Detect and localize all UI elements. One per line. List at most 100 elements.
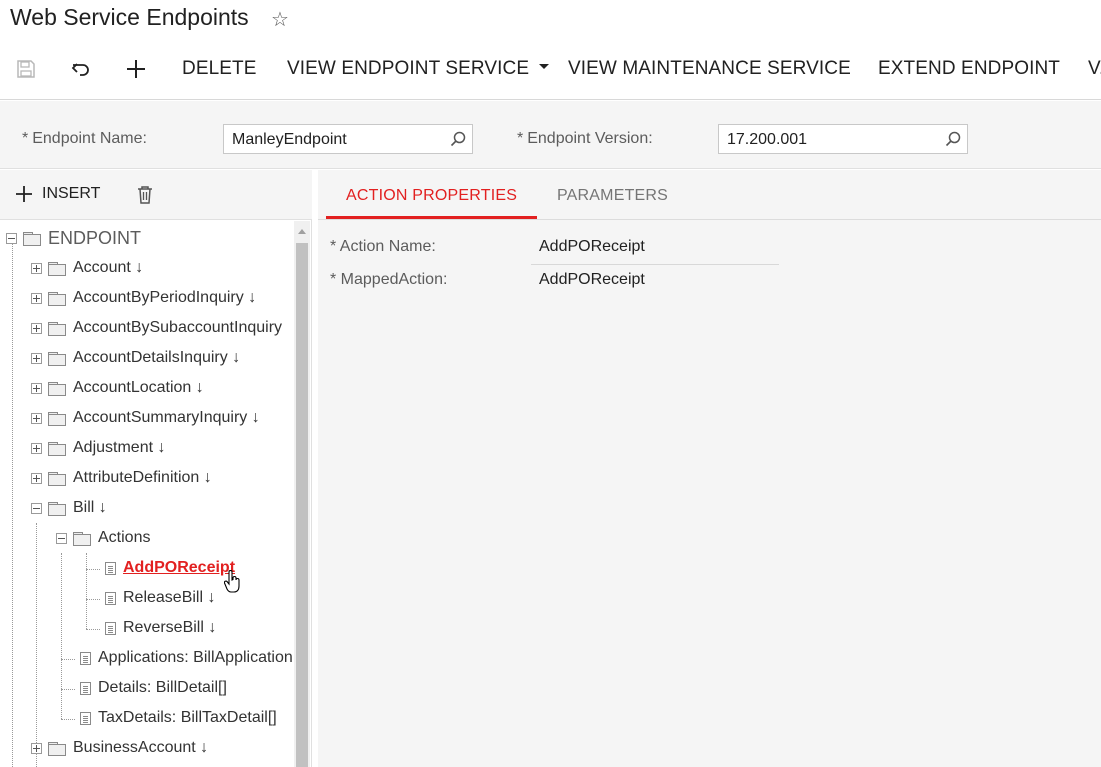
tree-connector [12, 243, 13, 767]
tab-action-properties[interactable]: ACTION PROPERTIES [346, 187, 517, 205]
expand-icon[interactable] [31, 412, 42, 424]
folder-icon [48, 261, 66, 276]
tree-item[interactable]: ReleaseBill ↓ [105, 584, 215, 612]
tree-item[interactable]: Account ↓ [31, 254, 143, 282]
folder-icon [48, 501, 66, 516]
tree-connector [61, 719, 75, 720]
tree-connector [86, 599, 100, 600]
tree-item[interactable]: AccountDetailsInquiry ↓ [31, 344, 240, 372]
tab-bar: ACTION PROPERTIES PARAMETERS [318, 170, 1101, 220]
tree-connector [36, 523, 37, 767]
tree-connector [61, 553, 62, 719]
tree-item[interactable]: AccountByPeriodInquiry ↓ [31, 284, 256, 312]
star-icon[interactable]: ☆ [271, 7, 289, 32]
endpoint-version-value: 17.200.001 [727, 131, 808, 148]
tree-connector [86, 629, 100, 630]
view-maintenance-service-button[interactable]: VIEW MAINTENANCE SERVICE [568, 58, 851, 80]
folder-icon [23, 231, 41, 246]
overflow-button[interactable]: V... [1088, 58, 1101, 80]
expand-icon[interactable] [31, 262, 42, 274]
tree-toolbar: INSERT [0, 170, 312, 220]
insert-button[interactable]: INSERT [14, 184, 100, 204]
endpoint-version-label: * Endpoint Version: [517, 130, 653, 147]
tree-item[interactable]: ReverseBill ↓ [105, 614, 216, 642]
tree-connector [61, 659, 75, 660]
extend-endpoint-button[interactable]: EXTEND ENDPOINT [878, 58, 1060, 80]
tree-root[interactable]: ENDPOINT [6, 224, 141, 252]
expand-icon[interactable] [31, 382, 42, 394]
hand-cursor-icon [223, 570, 242, 599]
expand-icon[interactable] [31, 322, 42, 334]
tree-item[interactable]: Details: BillDetail[] [80, 674, 227, 702]
view-endpoint-service-button[interactable]: VIEW ENDPOINT SERVICE [287, 58, 550, 80]
title-bar: Web Service Endpoints ☆ [0, 0, 1101, 40]
toolbar: DELETE VIEW ENDPOINT SERVICE VIEW MAINTE… [0, 40, 1101, 100]
delete-button[interactable]: DELETE [182, 58, 257, 80]
tree-item-selected[interactable]: AddPOReceipt [105, 554, 235, 582]
folder-icon [48, 441, 66, 456]
collapse-icon[interactable] [31, 502, 42, 514]
plus-icon [16, 186, 32, 202]
endpoint-name-field[interactable]: ManleyEndpoint [223, 124, 473, 154]
tree-item[interactable]: TaxDetails: BillTaxDetail[] [80, 704, 277, 732]
folder-icon [48, 381, 66, 396]
chevron-down-icon [539, 64, 550, 70]
endpoint-form: * Endpoint Name: ManleyEndpoint * Endpoint… [0, 101, 1101, 169]
expand-icon[interactable] [31, 742, 42, 754]
tree-connector [61, 689, 75, 690]
endpoint-version-field[interactable]: 17.200.001 [718, 124, 968, 154]
mapped-action-label: * MappedAction: [330, 271, 448, 288]
document-icon [80, 681, 91, 695]
endpoint-name-value: ManleyEndpoint [232, 131, 347, 148]
folder-icon [73, 531, 91, 546]
endpoint-tree: ENDPOINT Account ↓ AccountByPeriodInquir… [0, 221, 294, 767]
tree-scrollbar[interactable] [294, 221, 310, 767]
tree-root-label: ENDPOINT [48, 227, 142, 248]
tree-item[interactable]: BusinessAccount ↓ [31, 734, 208, 762]
tree-item[interactable]: Bill ↓ [31, 494, 107, 522]
tree-panel: INSERT ENDPOINT Account ↓ AccountByPerio… [0, 170, 312, 767]
document-icon [105, 591, 116, 605]
document-icon [105, 561, 116, 575]
details-panel: ACTION PROPERTIES PARAMETERS * Action Na… [318, 170, 1101, 767]
tree-item[interactable]: Applications: BillApplication [80, 644, 293, 672]
active-tab-indicator [326, 216, 537, 219]
mapped-action-field[interactable]: AddPOReceipt [531, 271, 779, 298]
document-icon [80, 651, 91, 665]
tree-item[interactable]: AttributeDefinition ↓ [31, 464, 212, 492]
folder-icon [48, 471, 66, 486]
tab-parameters[interactable]: PARAMETERS [557, 187, 668, 205]
tree-connector [86, 553, 87, 629]
tree-connector [86, 569, 100, 570]
delete-row-button[interactable] [136, 185, 154, 210]
action-name-label: * Action Name: [330, 238, 436, 255]
tree-item[interactable]: AccountSummaryInquiry ↓ [31, 404, 260, 432]
folder-icon [48, 741, 66, 756]
scroll-thumb[interactable] [296, 243, 308, 767]
tree-item[interactable]: Actions [56, 524, 150, 552]
document-icon [105, 621, 116, 635]
tree-item[interactable]: AccountBySubaccountInquiry [31, 314, 282, 342]
tree-item[interactable]: Adjustment ↓ [31, 434, 165, 462]
trash-icon [138, 186, 152, 204]
expand-icon[interactable] [31, 292, 42, 304]
folder-icon [48, 321, 66, 336]
scroll-up-icon[interactable] [298, 229, 306, 234]
document-icon [80, 711, 91, 725]
collapse-icon[interactable] [6, 232, 17, 244]
folder-icon [48, 411, 66, 426]
expand-icon[interactable] [31, 352, 42, 364]
endpoint-name-label: * Endpoint Name: [22, 130, 147, 147]
tree-item[interactable]: AccountLocation ↓ [31, 374, 204, 402]
search-icon[interactable] [450, 131, 466, 152]
undo-icon[interactable] [71, 56, 91, 82]
folder-icon [48, 291, 66, 306]
add-icon[interactable] [126, 56, 146, 82]
search-icon[interactable] [945, 131, 961, 152]
save-icon[interactable] [16, 56, 36, 82]
collapse-icon[interactable] [56, 532, 67, 544]
expand-icon[interactable] [31, 442, 42, 454]
insert-label: INSERT [42, 185, 101, 202]
expand-icon[interactable] [31, 472, 42, 484]
action-name-field[interactable]: AddPOReceipt [531, 238, 779, 265]
